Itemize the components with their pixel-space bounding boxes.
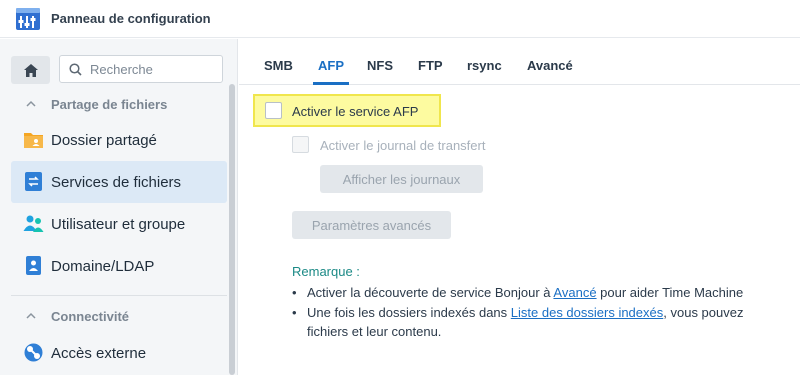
tab-ftp[interactable]: FTP: [418, 58, 443, 73]
sidebar-item-label: Utilisateur et groupe: [51, 215, 186, 233]
sidebar-item-external-access[interactable]: Accès externe: [11, 332, 227, 374]
enable-afp-checkbox[interactable]: [265, 102, 282, 119]
search-box[interactable]: [59, 55, 223, 83]
external-access-icon: [24, 343, 43, 362]
show-logs-button[interactable]: Afficher les journaux: [320, 165, 483, 193]
sidebar: Partage de fichiers Dossier partagé Serv…: [0, 39, 238, 375]
active-tab-indicator: [313, 82, 349, 85]
window-title: Panneau de configuration: [51, 11, 211, 26]
file-services-icon: [25, 172, 42, 191]
enable-log-checkbox[interactable]: [292, 136, 309, 153]
search-input[interactable]: [90, 60, 216, 78]
sidebar-item-users-groups[interactable]: Utilisateur et groupe: [11, 203, 227, 245]
remark-bullet-2: • Une fois les dossiers indexés dans List…: [292, 305, 744, 320]
advanced-link[interactable]: Avancé: [553, 285, 596, 300]
tab-bar: SMB AFP NFS FTP rsync Avancé: [239, 39, 800, 85]
section-file-sharing[interactable]: Partage de fichiers: [25, 95, 167, 113]
tab-afp[interactable]: AFP: [318, 58, 344, 73]
tab-rsync[interactable]: rsync: [467, 58, 502, 73]
enable-log-label: Activer le journal de transfert: [320, 138, 486, 153]
chevron-up-icon: [26, 100, 36, 107]
enable-afp-label[interactable]: Activer le service AFP: [292, 104, 418, 119]
folder-share-icon: [24, 133, 43, 148]
sidebar-item-label: Accès externe: [51, 344, 147, 362]
sidebar-item-label: Domaine/LDAP: [51, 257, 155, 275]
sidebar-item-label: Services de fichiers: [51, 173, 182, 191]
home-button[interactable]: [11, 56, 50, 84]
advanced-params-button[interactable]: Paramètres avancés: [292, 211, 451, 239]
remark-bullet-2-continued: fichiers et leur contenu.: [307, 324, 442, 339]
section-label: Connectivité: [51, 308, 130, 324]
sidebar-item-label: Dossier partagé: [51, 131, 157, 149]
tab-smb[interactable]: SMB: [264, 58, 293, 73]
control-panel-icon: [16, 8, 40, 30]
sidebar-item-shared-folder[interactable]: Dossier partagé: [11, 119, 227, 161]
home-icon: [23, 63, 38, 77]
domain-icon: [26, 256, 41, 275]
remark-bullet-1: • Activer la découverte de service Bonjou…: [292, 285, 744, 300]
tab-advanced[interactable]: Avancé: [527, 58, 573, 73]
section-label: Partage de fichiers: [51, 96, 168, 112]
main-panel: SMB AFP NFS FTP rsync Avancé Activer le …: [239, 39, 800, 375]
remark-title: Remarque :: [292, 264, 360, 279]
title-bar: Panneau de configuration: [0, 0, 800, 38]
indexed-folders-link[interactable]: Liste des dossiers indexés: [511, 305, 663, 320]
users-icon: [23, 215, 44, 232]
chevron-up-icon: [26, 312, 36, 319]
sidebar-item-domain-ldap[interactable]: Domaine/LDAP: [11, 245, 227, 287]
search-icon: [69, 63, 82, 76]
section-connectivity[interactable]: Connectivité: [25, 307, 129, 325]
sidebar-scrollbar[interactable]: [229, 84, 235, 375]
sidebar-divider: [11, 295, 227, 296]
tab-nfs[interactable]: NFS: [367, 58, 393, 73]
sidebar-item-file-services[interactable]: Services de fichiers: [11, 161, 227, 203]
